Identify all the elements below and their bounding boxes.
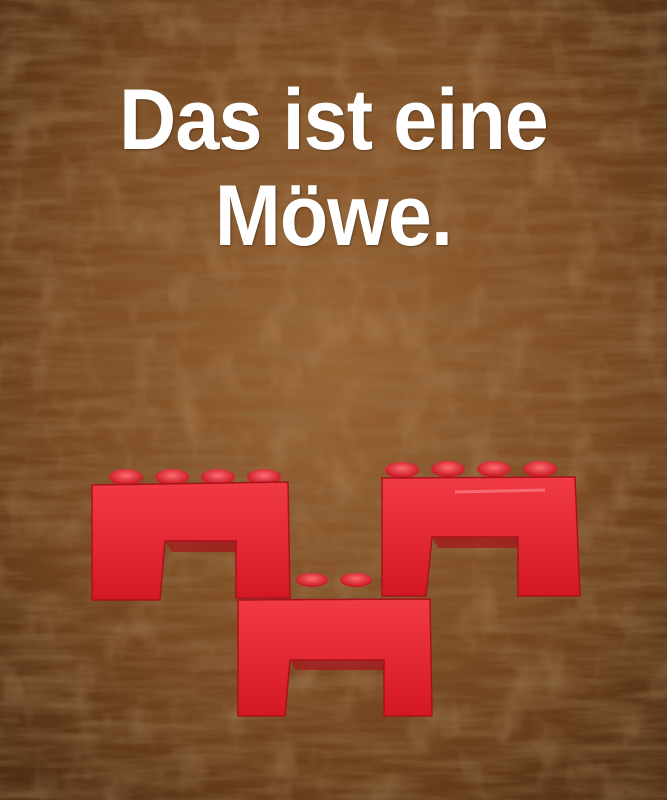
- stud: [477, 461, 511, 477]
- lego-seagull: [91, 461, 581, 717]
- stud: [523, 461, 557, 477]
- stud: [431, 461, 465, 477]
- right-wing-brick: [381, 461, 581, 597]
- stud: [296, 573, 328, 587]
- photo-scene: Das ist eine Möwe.: [0, 0, 667, 800]
- stud: [155, 469, 189, 485]
- stud: [385, 462, 419, 478]
- left-wing-brick: [91, 469, 291, 601]
- stud: [109, 469, 143, 485]
- stud: [340, 573, 372, 587]
